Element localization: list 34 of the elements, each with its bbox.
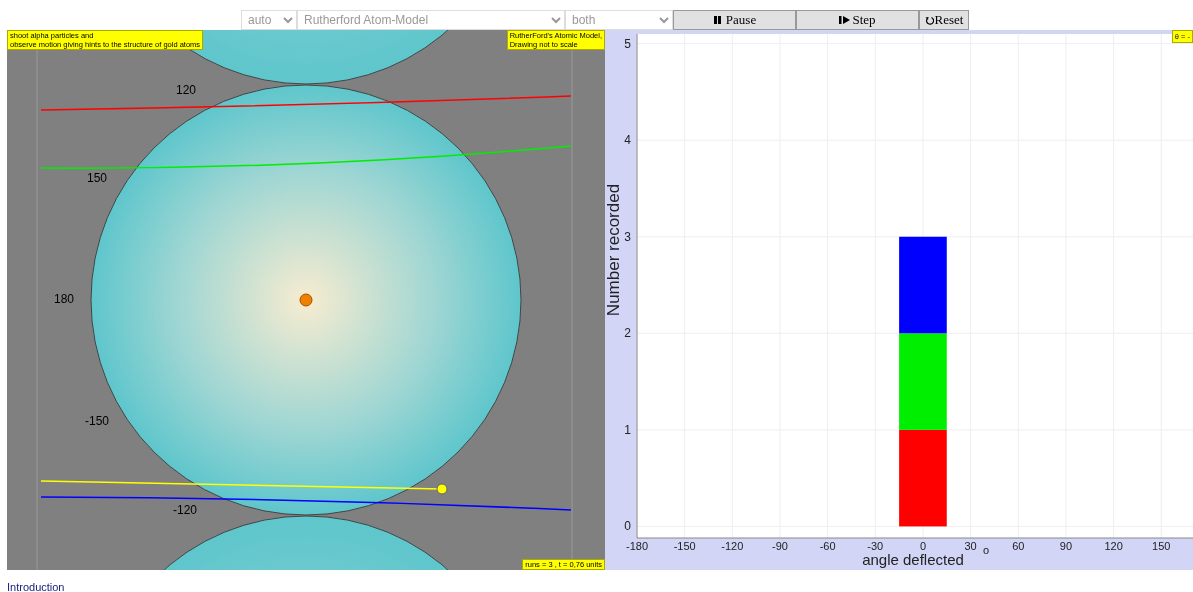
step-button[interactable]: Step	[796, 10, 919, 30]
y-tick-label: 5	[624, 36, 631, 51]
y-tick-label: 0	[624, 519, 631, 534]
reset-button[interactable]: Reset	[919, 10, 969, 30]
angle-label: -120	[173, 503, 197, 517]
step-icon	[839, 15, 852, 25]
x-axis-title: angle deflected	[862, 551, 964, 568]
y-tick-label: 2	[624, 326, 631, 341]
alpha-particle	[436, 483, 448, 495]
angle-label: 150	[87, 171, 107, 185]
x-tick-label: 0	[919, 540, 926, 552]
x-tick-label: 60	[1012, 540, 1025, 552]
x-tick-label: -90	[772, 540, 788, 552]
angle-label: 180	[54, 292, 74, 306]
x-tick-label: -120	[721, 540, 744, 552]
x-tick-label: -150	[673, 540, 696, 552]
y-axis-title: Number recorded	[605, 183, 623, 317]
degree-unit-label: o	[983, 544, 990, 556]
x-tick-label: -30	[867, 540, 884, 552]
y-tick-label: 1	[624, 422, 631, 437]
nucleus-dot	[299, 293, 313, 307]
y-tick-label: 4	[624, 133, 631, 148]
pause-button[interactable]: Pause	[673, 10, 796, 30]
angle-label: 120	[176, 83, 196, 97]
x-tick-label: 30	[964, 540, 977, 552]
x-tick-label: 150	[1152, 540, 1171, 552]
introduction-link[interactable]: Introduction	[7, 579, 65, 592]
x-tick-label: 90	[1059, 540, 1073, 552]
angle-label: -150	[85, 414, 109, 428]
x-tick-label: 120	[1104, 540, 1123, 552]
x-tick-label: -60	[819, 540, 836, 552]
x-tick-label: -180	[626, 540, 648, 552]
y-tick-label: 3	[624, 229, 631, 244]
reset-icon	[924, 15, 934, 25]
